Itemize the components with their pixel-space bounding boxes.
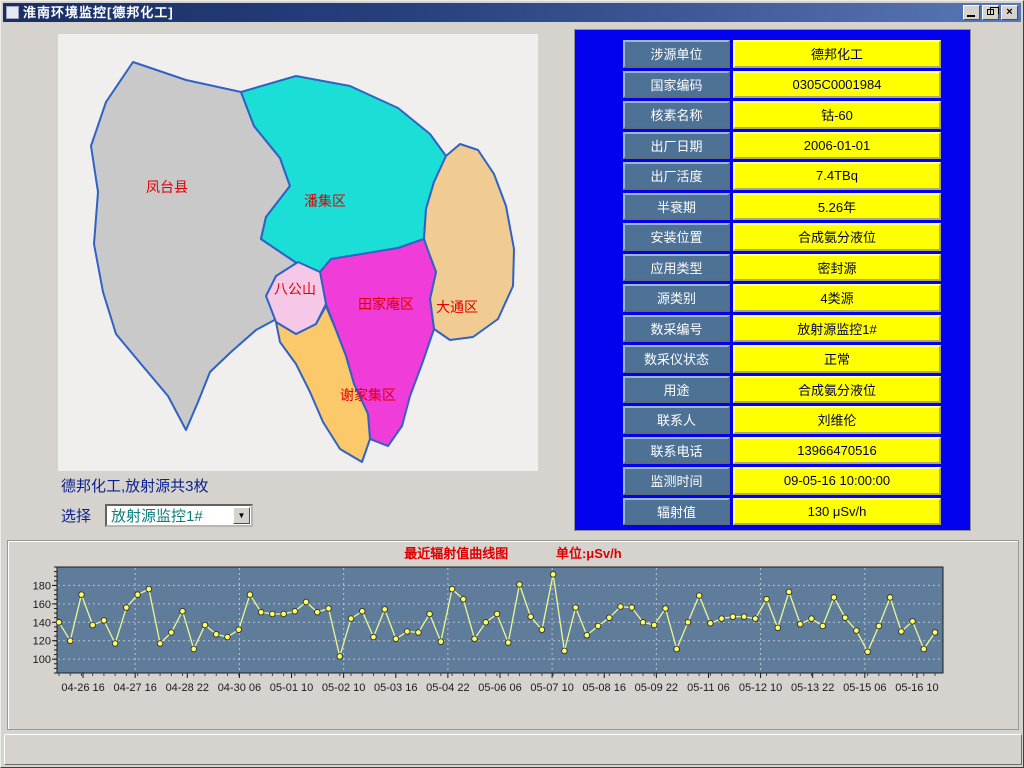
svg-text:05-16 10: 05-16 10 [895, 682, 938, 694]
svg-text:05-01 10: 05-01 10 [270, 682, 313, 694]
info-row: 国家编码0305C0001984 [623, 71, 970, 99]
info-row: 核素名称钴-60 [623, 101, 970, 129]
svg-text:100: 100 [33, 654, 51, 666]
source-count-caption: 德邦化工,放射源共3枚 [61, 475, 209, 496]
info-row-value: 刘维伦 [733, 406, 941, 434]
info-row: 联系电话13966470516 [623, 437, 970, 465]
info-row-label: 国家编码 [623, 71, 730, 99]
info-row: 安装位置合成氨分液位 [623, 223, 970, 251]
info-row-value: 德邦化工 [733, 40, 941, 68]
info-row-value: 4类源 [733, 284, 941, 312]
info-row-label: 数采编号 [623, 315, 730, 343]
map-label-panji: 潘集区 [304, 193, 346, 209]
info-row-value: 0305C0001984 [733, 71, 941, 99]
title-bar[interactable]: 淮南环境监控[德邦化工] × [3, 3, 1021, 22]
close-button[interactable]: × [1001, 5, 1018, 20]
svg-text:05-15 06: 05-15 06 [843, 682, 886, 694]
info-row-value: 合成氨分液位 [733, 223, 941, 251]
map-label-tianjiaan: 田家庵区 [358, 296, 414, 312]
info-row: 半衰期5.26年 [623, 193, 970, 221]
minimize-icon [967, 15, 975, 17]
info-row-label: 用途 [623, 376, 730, 404]
info-row-value: 密封源 [733, 254, 941, 282]
info-row-label: 出厂活度 [623, 162, 730, 190]
svg-text:05-06 06: 05-06 06 [478, 682, 521, 694]
svg-text:05-03 16: 05-03 16 [374, 682, 417, 694]
info-row: 出厂日期2006-01-01 [623, 132, 970, 160]
district-map: 凤台县 潘集区 八公山 田家庵区 大通区 谢家集区 [58, 34, 538, 471]
restore-icon [987, 9, 994, 15]
info-row-label: 数采仪状态 [623, 345, 730, 373]
app-window: 淮南环境监控[德邦化工] × 凤台县 潘集区 八公山 田家庵区 大通 [0, 0, 1024, 768]
info-row: 用途合成氨分液位 [623, 376, 970, 404]
map-label-fengtai: 凤台县 [146, 179, 188, 195]
info-row: 联系人刘维伦 [623, 406, 970, 434]
map-label-datong: 大通区 [436, 299, 478, 315]
svg-text:160: 160 [33, 599, 51, 611]
source-select-value: 放射源监控1# [107, 505, 233, 526]
info-row: 辐射值130 μSv/h [623, 498, 970, 526]
info-row-value: 130 μSv/h [733, 498, 941, 526]
chart-unit-label: 单位:μSv/h [556, 546, 622, 561]
info-row: 数采仪状态正常 [623, 345, 970, 373]
info-row-label: 源类别 [623, 284, 730, 312]
svg-text:05-04 22: 05-04 22 [426, 682, 469, 694]
info-row-value: 正常 [733, 345, 941, 373]
info-row-value: 钴-60 [733, 101, 941, 129]
info-row-value: 7.4TBq [733, 162, 941, 190]
svg-text:140: 140 [33, 617, 51, 629]
info-row-value: 合成氨分液位 [733, 376, 941, 404]
info-row-value: 09-05-16 10:00:00 [733, 467, 941, 495]
window-title: 淮南环境监控[德邦化工] [23, 3, 174, 22]
minimize-button[interactable] [963, 5, 980, 20]
svg-text:180: 180 [33, 580, 51, 592]
info-row-label: 辐射值 [623, 498, 730, 526]
select-label: 选择 [61, 505, 91, 526]
svg-text:05-11 06: 05-11 06 [687, 682, 730, 694]
info-row-label: 联系人 [623, 406, 730, 434]
source-select[interactable]: 放射源监控1# ▼ [105, 504, 253, 527]
restore-button[interactable] [982, 5, 999, 20]
svg-text:04-28 22: 04-28 22 [166, 682, 209, 694]
source-info-panel: 涉源单位德邦化工国家编码0305C0001984核素名称钴-60出厂日期2006… [574, 29, 971, 531]
chart-title-row: 最近辐射值曲线图 单位:μSv/h [8, 543, 1018, 562]
status-bar [4, 734, 1022, 765]
map-label-xiejiaji: 谢家集区 [340, 387, 396, 403]
info-row: 涉源单位德邦化工 [623, 40, 970, 68]
info-row-label: 联系电话 [623, 437, 730, 465]
svg-text:04-27 16: 04-27 16 [113, 682, 156, 694]
info-row-label: 出厂日期 [623, 132, 730, 160]
info-row-label: 半衰期 [623, 193, 730, 221]
info-row: 数采编号放射源监控1# [623, 315, 970, 343]
svg-text:05-12 10: 05-12 10 [739, 682, 782, 694]
info-row-label: 应用类型 [623, 254, 730, 282]
radiation-line-chart: 100 120 140 160 180 04-26 16 04-27 16 04-28 22 0… [9, 561, 1017, 727]
close-icon: × [1006, 6, 1012, 18]
info-row: 应用类型密封源 [623, 254, 970, 282]
svg-text:05-02 10: 05-02 10 [322, 682, 365, 694]
radiation-chart-panel: 最近辐射值曲线图 单位:μSv/h 100 120 140 160 180 04-26 1… [7, 540, 1019, 730]
info-row-value: 放射源监控1# [733, 315, 941, 343]
chevron-down-icon[interactable]: ▼ [233, 507, 250, 524]
info-row-value: 5.26年 [733, 193, 941, 221]
app-icon [6, 6, 19, 19]
info-row-label: 核素名称 [623, 101, 730, 129]
chart-title: 最近辐射值曲线图 [404, 546, 508, 561]
info-row: 出厂活度7.4TBq [623, 162, 970, 190]
info-row-label: 监测时间 [623, 467, 730, 495]
info-row-value: 2006-01-01 [733, 132, 941, 160]
svg-text:04-26 16: 04-26 16 [61, 682, 104, 694]
svg-text:04-30 06: 04-30 06 [218, 682, 261, 694]
svg-text:05-09 22: 05-09 22 [635, 682, 678, 694]
svg-text:05-07 10: 05-07 10 [530, 682, 573, 694]
info-row: 监测时间09-05-16 10:00:00 [623, 467, 970, 495]
svg-text:05-13 22: 05-13 22 [791, 682, 834, 694]
info-row-value: 13966470516 [733, 437, 941, 465]
svg-text:120: 120 [33, 636, 51, 648]
map-label-bagongshan: 八公山 [274, 281, 316, 297]
info-row-label: 涉源单位 [623, 40, 730, 68]
info-row-label: 安装位置 [623, 223, 730, 251]
svg-text:05-08 16: 05-08 16 [583, 682, 626, 694]
info-row: 源类别4类源 [623, 284, 970, 312]
